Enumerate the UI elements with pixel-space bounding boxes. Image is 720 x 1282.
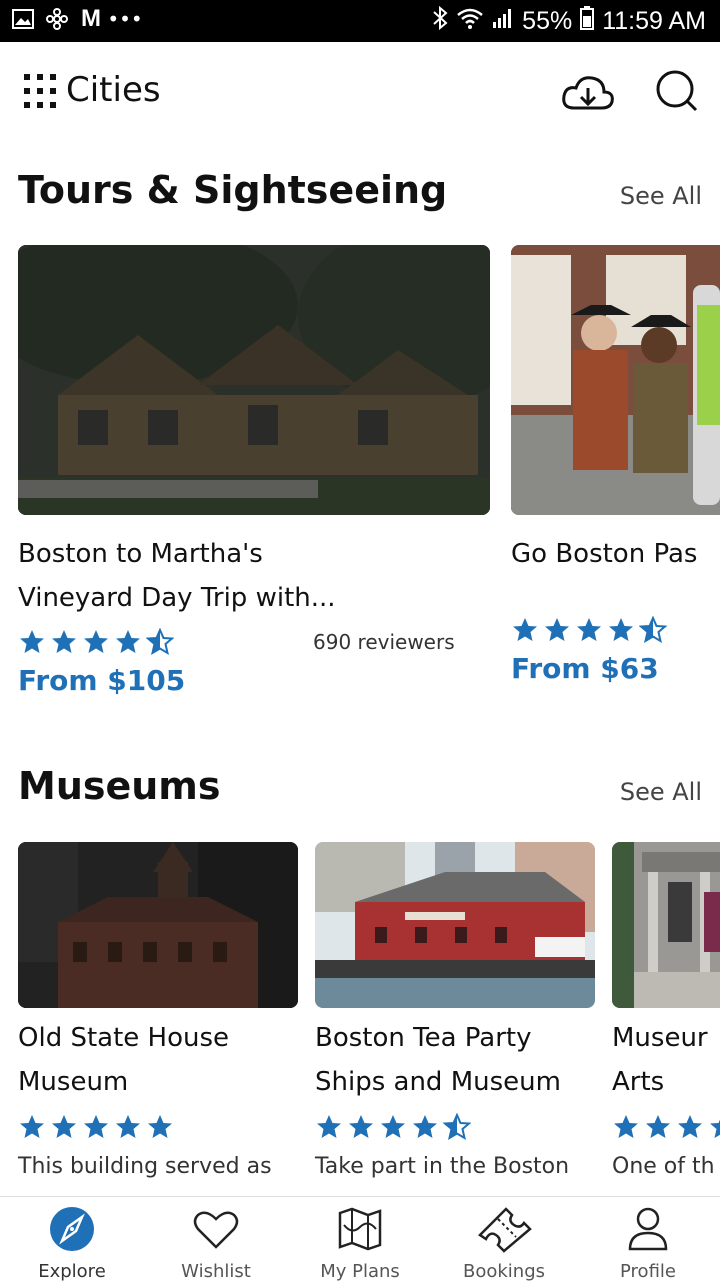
tour-card-image[interactable]: [18, 245, 490, 515]
star-icon: [114, 1113, 142, 1141]
tours-see-all-link[interactable]: See All: [620, 182, 702, 210]
museum-card-image[interactable]: [18, 842, 298, 1008]
ticket-icon: [476, 1205, 532, 1257]
star-icon: [50, 628, 78, 656]
clock: 11:59 AM: [602, 7, 706, 35]
wifi-icon: [456, 7, 484, 36]
tab-my-plans[interactable]: My Plans: [288, 1197, 432, 1282]
star-icon: [379, 1113, 407, 1141]
battery-percent: 55%: [522, 7, 573, 35]
status-bar: M ••• 55% 11:59 AM: [0, 0, 720, 42]
rating-stars: [612, 1113, 720, 1141]
museum-card-image[interactable]: [315, 842, 595, 1008]
status-right: 55% 11:59 AM: [432, 5, 706, 37]
grid-menu-icon[interactable]: [24, 74, 64, 110]
museum-card-title-line2[interactable]: Arts: [612, 1060, 664, 1104]
star-icon: [676, 1113, 704, 1141]
star-icon: [612, 1113, 640, 1141]
signal-icon: [492, 7, 514, 36]
star-icon: [315, 1113, 343, 1141]
app-header: Cities: [0, 42, 720, 142]
star-icon: [82, 1113, 110, 1141]
tour-card-title-line1[interactable]: Boston to Martha's: [18, 532, 263, 576]
star-icon: [644, 1113, 672, 1141]
museums-see-all-link[interactable]: See All: [620, 778, 702, 806]
tab-profile[interactable]: Profile: [576, 1197, 720, 1282]
heart-icon: [192, 1205, 240, 1257]
bluetooth-icon: [432, 5, 448, 37]
star-icon: [442, 1112, 472, 1141]
star-icon: [511, 616, 539, 644]
museum-description: One of th: [612, 1154, 715, 1179]
page-title[interactable]: Cities: [66, 70, 161, 110]
battery-icon: [580, 6, 595, 37]
museum-card-title-line2[interactable]: Museum: [18, 1060, 128, 1104]
tab-label: Bookings: [462, 1261, 545, 1282]
fan-icon: [46, 8, 68, 30]
search-icon[interactable]: [654, 68, 706, 120]
star-icon: [638, 615, 668, 644]
tour-price: From $63: [511, 652, 659, 685]
tab-label: Wishlist: [181, 1261, 251, 1282]
star-icon: [18, 1113, 46, 1141]
star-icon: [82, 628, 110, 656]
status-left-icons: M •••: [12, 5, 143, 32]
museum-description: Take part in the Boston: [315, 1154, 570, 1179]
museums-section-title: Museums: [18, 764, 221, 808]
rating-stars: [511, 615, 668, 644]
rating-stars: [18, 627, 175, 656]
tab-bookings[interactable]: Bookings: [432, 1197, 576, 1282]
tab-wishlist[interactable]: Wishlist: [144, 1197, 288, 1282]
museum-card-image[interactable]: [612, 842, 720, 1008]
tab-label: Profile: [620, 1261, 676, 1282]
museum-card-title-line1[interactable]: Museur: [612, 1016, 720, 1060]
star-icon: [145, 627, 175, 656]
compass-icon: [48, 1205, 96, 1257]
museum-card-title-line1[interactable]: Boston Tea Party: [315, 1016, 532, 1060]
download-cloud-icon[interactable]: [560, 68, 614, 120]
star-icon: [607, 616, 635, 644]
star-icon: [347, 1113, 375, 1141]
bottom-tab-bar: Explore Wishlist My Plans Bookings Profi…: [0, 1196, 720, 1282]
more-icon: •••: [107, 7, 143, 31]
star-icon: [50, 1113, 78, 1141]
image-icon: [12, 8, 34, 30]
rating-stars: [315, 1112, 472, 1141]
museum-description: This building served as: [18, 1154, 272, 1179]
star-icon: [411, 1113, 439, 1141]
tour-card-title-line1[interactable]: Go Boston Pas: [511, 532, 720, 576]
tour-card-title-line2[interactable]: Vineyard Day Trip with...: [18, 576, 336, 620]
tab-explore[interactable]: Explore: [0, 1197, 144, 1282]
star-icon: [18, 628, 46, 656]
star-icon: [114, 628, 142, 656]
star-icon: [708, 1113, 720, 1141]
gmail-icon: M: [81, 5, 101, 32]
museum-card-title-line1[interactable]: Old State House: [18, 1016, 229, 1060]
tour-card-image[interactable]: [511, 245, 720, 515]
rating-stars: [18, 1113, 174, 1141]
tour-price: From $105: [18, 664, 186, 697]
museum-card-title-line2[interactable]: Ships and Museum: [315, 1060, 561, 1104]
reviewer-count: 690 reviewers: [313, 630, 455, 654]
star-icon: [146, 1113, 174, 1141]
tours-section-title: Tours & Sightseeing: [18, 168, 448, 212]
user-icon: [624, 1205, 672, 1257]
map-icon: [336, 1205, 384, 1257]
star-icon: [575, 616, 603, 644]
tab-label: My Plans: [320, 1261, 400, 1282]
tab-label: Explore: [38, 1261, 106, 1282]
star-icon: [543, 616, 571, 644]
